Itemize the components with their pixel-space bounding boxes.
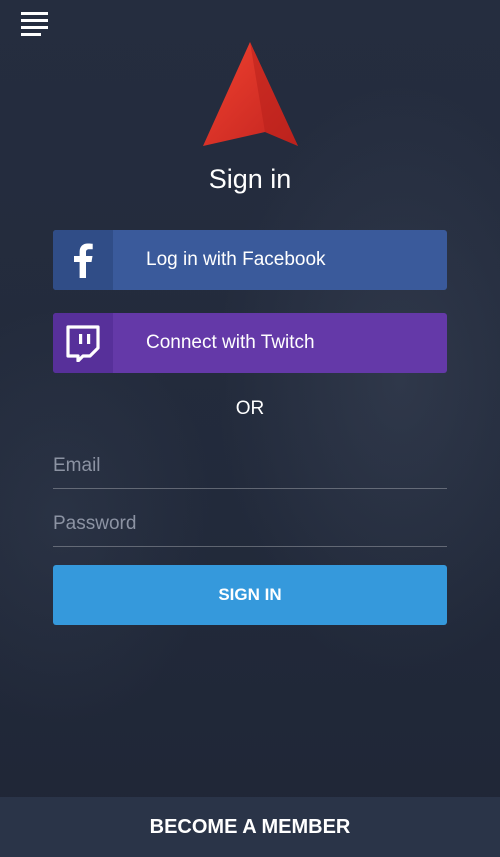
page-title: Sign in [208,164,292,194]
red-triangle-logo-icon [203,42,298,146]
password-field[interactable] [53,502,447,547]
twitch-icon [53,313,113,373]
twitch-connect-button[interactable]: Connect with Twitch [53,313,447,373]
sign-in-button[interactable]: SIGN IN [53,565,447,625]
email-field[interactable] [53,444,447,489]
hamburger-menu-icon[interactable] [21,12,49,36]
facebook-login-button[interactable]: Log in with Facebook [53,230,447,290]
twitch-connect-label: Connect with Twitch [146,332,315,353]
facebook-icon [53,230,113,290]
or-divider: OR [235,398,265,419]
become-member-button[interactable]: BECOME A MEMBER [0,797,500,857]
facebook-login-label: Log in with Facebook [146,249,326,270]
